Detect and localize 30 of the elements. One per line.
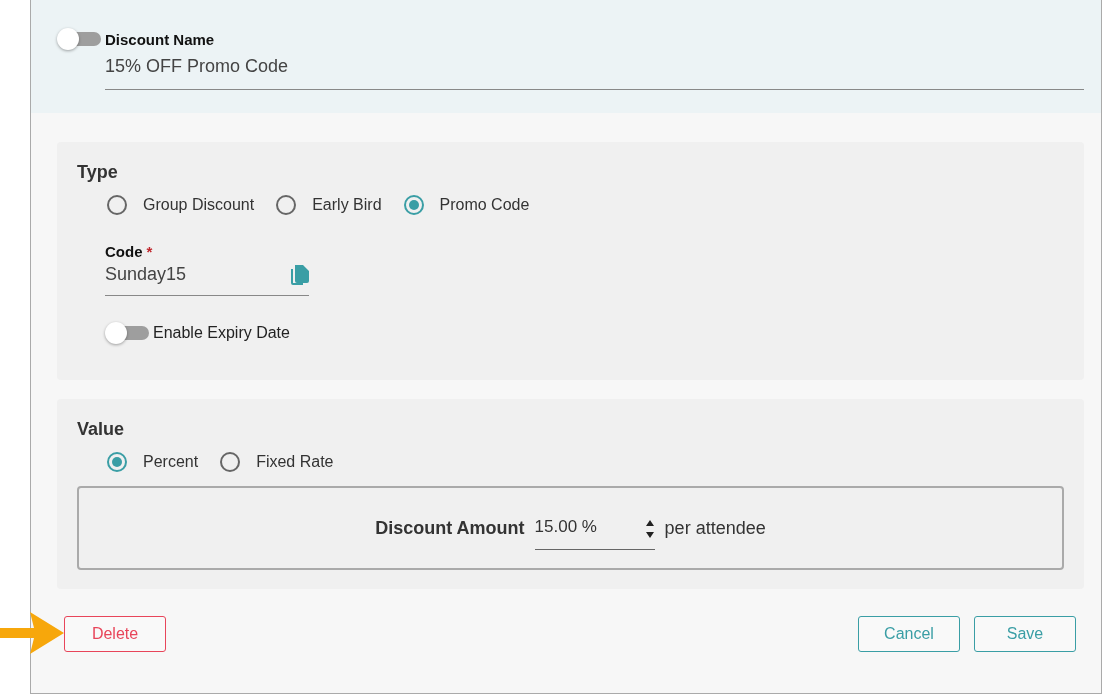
amount-field[interactable]: 15.00 %	[534, 510, 655, 550]
radio-label[interactable]: Fixed Rate	[256, 453, 334, 471]
radio-option[interactable]: Percent	[107, 452, 199, 472]
section-title: Value	[77, 419, 126, 440]
radio-option[interactable]: Early Bird	[276, 195, 382, 215]
radio-label[interactable]: Group Discount	[143, 196, 255, 214]
radio-label[interactable]: Promo Code	[439, 196, 530, 214]
code-field[interactable]: Sunday15	[105, 260, 309, 296]
radio-button[interactable]	[403, 195, 424, 215]
amount-suffix: per attendee	[664, 517, 766, 539]
toggle-switch[interactable]	[105, 322, 149, 344]
radio-option[interactable]: Promo Code	[403, 195, 530, 215]
radio-button[interactable]	[107, 195, 127, 215]
discount-name-field[interactable]: 15% OFF Promo Code	[105, 48, 1084, 90]
radio-label[interactable]: Percent	[143, 453, 199, 471]
radio-button[interactable]	[220, 452, 241, 472]
copy-icon[interactable]	[291, 264, 309, 285]
radio-option[interactable]: Group Discount	[107, 195, 255, 215]
annotation-arrow	[0, 612, 66, 654]
field-label: Discount Name	[105, 31, 216, 48]
radio-button[interactable]	[107, 452, 127, 472]
toggle-label: Enable Expiry Date	[153, 324, 290, 342]
toggle-switch[interactable]	[57, 28, 101, 50]
delete-button[interactable]: Delete	[64, 616, 166, 652]
radio-option[interactable]: Fixed Rate	[220, 452, 334, 472]
amount-label: Discount Amount	[375, 517, 525, 539]
code-label: Code *	[105, 243, 154, 260]
radio-button[interactable]	[276, 195, 297, 215]
radio-label[interactable]: Early Bird	[312, 196, 382, 214]
section-title: Type	[77, 162, 119, 183]
